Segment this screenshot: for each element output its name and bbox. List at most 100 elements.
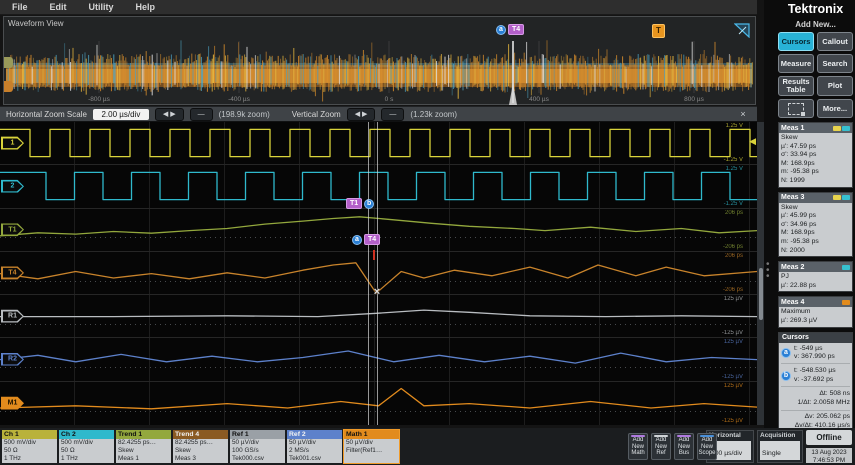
- results-table-button[interactable]: Results Table: [778, 76, 814, 96]
- cursor-b-source-badge[interactable]: T1: [346, 198, 363, 209]
- offline-button[interactable]: Offline: [806, 430, 852, 445]
- cursor-a-source-badge[interactable]: T4: [364, 234, 381, 245]
- channel-badge-trend4[interactable]: Trend 4 82.4255 ps… Skew Meas 3: [173, 430, 228, 463]
- search-button[interactable]: Search: [817, 54, 853, 73]
- waveform-slice-ch1[interactable]: 1 1.25 V -1.25 V ◀: [0, 122, 757, 166]
- mask-button[interactable]: [778, 99, 814, 118]
- channel-setting-line: Skew: [175, 447, 191, 454]
- scale-label-top: 125 µV: [723, 339, 743, 346]
- measurement-badge-meas2[interactable]: Meas 2 PJ µ': 22.88 ps: [778, 261, 853, 293]
- measurement-value-line: m: -95.38 ps: [781, 237, 819, 245]
- horizontal-zoom-scale-label: Horizontal Zoom Scale: [6, 109, 87, 119]
- channel-handle-label: T1: [2, 224, 23, 235]
- measurement-title: Meas 2: [781, 263, 805, 271]
- horizontal-zoom-nav-button[interactable]: ◀ ▶: [154, 107, 184, 121]
- menu-edit[interactable]: Edit: [50, 2, 67, 12]
- channel-handle-label: 2: [2, 181, 23, 192]
- add-new-bus-button[interactable]: Add New Bus: [674, 433, 694, 460]
- channel-badge-ref1[interactable]: Ref 1 50 µV/div 100 GS/s Tek000.csv: [230, 430, 285, 463]
- cursor-a-handle[interactable]: a: [496, 24, 506, 35]
- channel-badge-title: Math 1: [346, 431, 368, 438]
- scale-label-bottom: -125 µV: [721, 373, 743, 380]
- channel-badge-math1[interactable]: Math 1 50 µV/div Filter(Ref1…: [343, 429, 400, 464]
- scale-label-top: 206 ps: [724, 252, 743, 259]
- scale-label-top: 1.25 V: [725, 123, 743, 129]
- measurement-value-line: σ': 33.94 ps: [781, 151, 817, 159]
- channel-badge-header: Ch 2: [59, 430, 114, 439]
- overview-math-tab[interactable]: [4, 81, 13, 92]
- zoom-close-icon[interactable]: ×: [737, 109, 749, 119]
- waveform-slice-ref2[interactable]: R2 125 µV -125 µV: [0, 338, 757, 382]
- draw-a-box-icon: [788, 102, 805, 116]
- cursor-b-line[interactable]: [377, 122, 378, 425]
- channel-badge-title: Trend 4: [175, 431, 200, 438]
- measurement-badge-meas3[interactable]: Meas 3 Skew µ': 45.99 ps σ': 34.96 ps M: 168…: [778, 191, 853, 258]
- zero-reference-line: [0, 323, 757, 325]
- channel-badge-ref2[interactable]: Ref 2 50 µV/div 2 MS/s Tek001.csv: [287, 430, 342, 463]
- cursors-results-panel[interactable]: Cursors a t: -549 µs v: 367.990 ps b t: -548…: [778, 331, 853, 434]
- menu-utility[interactable]: Utility: [89, 2, 114, 12]
- accent-bar: [654, 435, 668, 437]
- plot-button[interactable]: Plot: [817, 76, 853, 96]
- menu-file[interactable]: File: [12, 2, 28, 12]
- measurement-badge-header: Meas 4: [779, 297, 852, 308]
- cursor-a-badges[interactable]: a T4: [352, 234, 381, 245]
- waveform-slice-ch2[interactable]: 2 1.25 V -1.25 V: [0, 165, 757, 209]
- cursor-b-badges[interactable]: T1 b: [346, 198, 375, 209]
- channel-setting-line: Tek000.csv: [232, 455, 264, 462]
- sidebar-splitter-handle[interactable]: • • •: [766, 260, 770, 282]
- overview-tick-label: 400 µs: [529, 96, 549, 103]
- cursor-b-handle[interactable]: b: [364, 198, 375, 209]
- scrollbar-thumb[interactable]: [758, 268, 763, 320]
- cursor-a-handle-main[interactable]: a: [352, 234, 362, 245]
- cursor-readout-values: t: -549 µs v: 367.990 ps: [794, 345, 850, 362]
- waveform-overview-panel[interactable]: Waveform View a T4 T -800 µs -400 µs 0 s 40…: [3, 16, 756, 105]
- vertical-zoom-nav-button[interactable]: ◀ ▶: [346, 107, 376, 121]
- channel-handle-label: 1: [2, 138, 23, 149]
- overview-cursor-badges[interactable]: a T4: [496, 24, 525, 35]
- cursor-source-badge[interactable]: T4: [508, 24, 525, 35]
- measurement-title: Meas 4: [781, 298, 805, 306]
- results-sidebar: • • • Tektronix Add New... Cursors Callout M…: [764, 0, 855, 434]
- channel-badge-trend1[interactable]: Trend 1 82.4255 ps… Skew Meas 1: [116, 430, 171, 463]
- channel-badge-ch2[interactable]: Ch 2 500 mV/div 50 Ω1 THz: [59, 430, 114, 463]
- cursors-button[interactable]: Cursors: [778, 32, 814, 51]
- channel-badge-ch1[interactable]: Ch 1 500 mV/div 50 Ω1 THz: [2, 430, 57, 463]
- more-button[interactable]: More...: [817, 99, 853, 118]
- add-new-math-button[interactable]: Add New Math: [628, 433, 648, 460]
- cursor-intersection-marker[interactable]: ×: [374, 286, 380, 298]
- accent-bar: [631, 435, 645, 437]
- cursor-value-line: v: 367.990 ps: [794, 352, 835, 360]
- waveform-slice-trend1[interactable]: T1 206 ps -206 ps: [0, 209, 757, 252]
- add-new-scope-button[interactable]: Add New Scope: [697, 433, 717, 460]
- overview-ch1-tab[interactable]: [4, 57, 13, 68]
- channel-badge-header: Trend 4: [173, 430, 228, 439]
- vertical-zoom-collapse-button[interactable]: —: [381, 107, 405, 121]
- horizontal-zoom-collapse-button[interactable]: —: [189, 107, 213, 121]
- scale-label-bottom: -1.25 V: [723, 157, 743, 164]
- waveform-trace-trend1: [0, 215, 757, 236]
- overview-tick-label: 0 s: [384, 96, 394, 103]
- waveform-view[interactable]: T1 b a T4 × 1 1.25 V -1.25 V ◀ 2 1.25 V -1.25 …: [0, 122, 757, 425]
- trigger-position-flag[interactable]: T: [652, 24, 665, 38]
- measurement-badge-meas4[interactable]: Meas 4 Maximum µ': 269.3 µV: [778, 296, 853, 328]
- cursor-a-line[interactable]: [368, 122, 369, 425]
- horizontal-zoom-scale-input[interactable]: 2.00 µs/div: [92, 108, 149, 120]
- callout-button[interactable]: Callout: [817, 32, 853, 51]
- trigger-slope-icon[interactable]: [734, 23, 750, 38]
- scale-label-bottom: -206 ps: [722, 287, 743, 294]
- acquisition-panel[interactable]: Acquisition Single: [757, 430, 803, 463]
- measurement-badge-meas1[interactable]: Meas 1 Skew µ': 47.59 ps σ': 33.94 ps M: 168…: [778, 122, 853, 188]
- divider: [781, 409, 850, 411]
- waveview-scrollbar[interactable]: [757, 122, 764, 425]
- channel-badge-header: Ref 2: [287, 430, 342, 439]
- waveform-slice-ref1[interactable]: R1 125 µV -125 µV: [0, 295, 757, 339]
- trigger-level-arrow[interactable]: ◀: [749, 136, 756, 147]
- menu-help[interactable]: Help: [136, 2, 156, 12]
- cursor-delta-line: Δv: 205.062 ps: [804, 412, 850, 420]
- waveform-slice-math1[interactable]: M1 125 µV -125 µV: [0, 382, 757, 425]
- cursors-panel-title: Cursors: [782, 334, 809, 341]
- measure-button[interactable]: Measure: [778, 54, 814, 73]
- add-new-ref-button[interactable]: Add New Ref: [651, 433, 671, 460]
- channel-badge-settings: 500 mV/div 50 Ω1 THz: [2, 439, 57, 463]
